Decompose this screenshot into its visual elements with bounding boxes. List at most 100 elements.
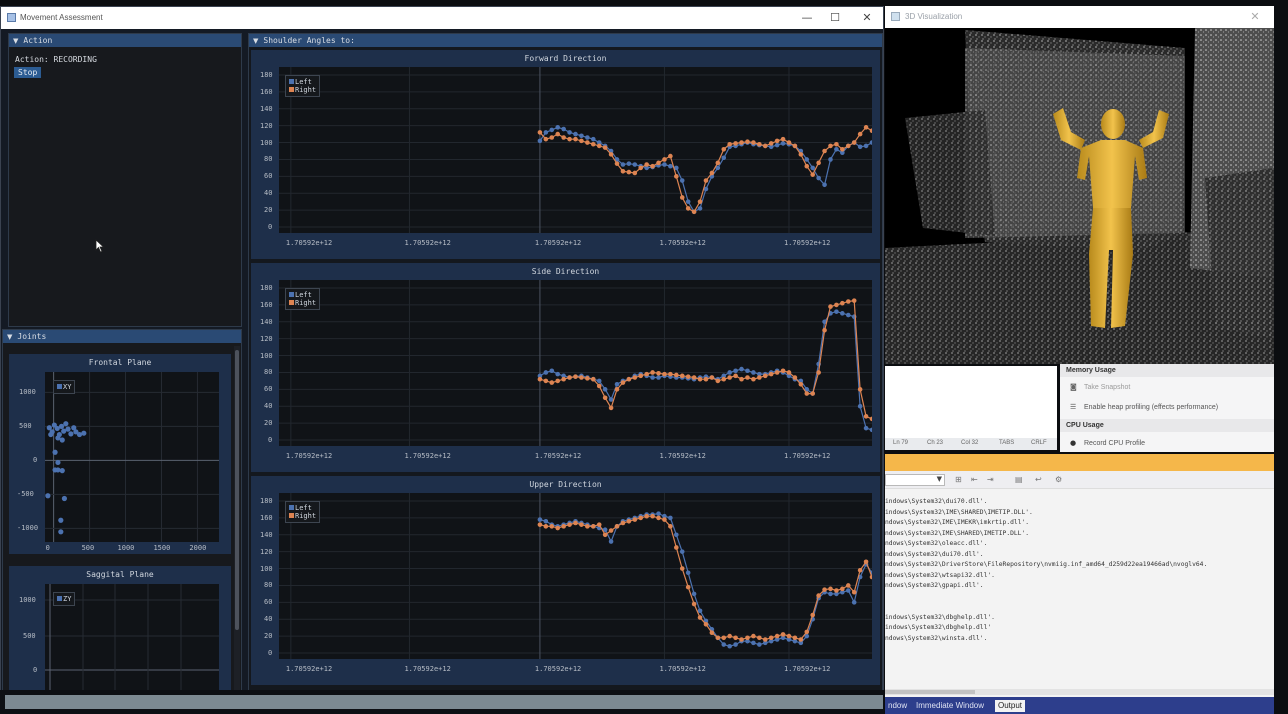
taskbar-indicator: [5, 695, 883, 709]
chart-title: Side Direction: [531, 267, 600, 276]
y-tick-label: 0: [268, 223, 273, 231]
data-point-left: [751, 640, 756, 646]
data-point-right: [828, 143, 833, 149]
data-point-right: [555, 378, 561, 384]
y-tick-label: 20: [264, 419, 273, 428]
chart-legend[interactable]: Left Right: [285, 501, 321, 523]
y-tick-label: 100: [260, 138, 273, 147]
prev-icon[interactable]: ⇤: [971, 475, 978, 484]
take-snapshot-button[interactable]: ◙ Take Snapshot: [1070, 383, 1130, 391]
viz-close-button[interactable]: ✕: [1247, 9, 1263, 25]
data-point-right: [780, 136, 786, 142]
data-point-right: [573, 136, 578, 142]
next-icon[interactable]: ⇥: [987, 475, 994, 484]
x-tick-label: 1.70592e+12: [659, 665, 706, 673]
data-point-left: [620, 162, 626, 167]
action-panel-header[interactable]: ▼ Action: [9, 34, 241, 47]
joints-scrollbar-thumb[interactable]: [235, 350, 239, 630]
chart-legend[interactable]: Left Right: [285, 75, 321, 97]
find-icon[interactable]: ⊞: [955, 475, 962, 484]
collapse-triangle-icon[interactable]: ▼: [13, 35, 18, 48]
chart-upper-direction[interactable]: Upper Direction Left Right 0 20 40 60 80 100 120 1…: [251, 476, 880, 685]
data-point-right: [590, 141, 596, 147]
data-point-right: [715, 160, 721, 166]
data-point-left: [733, 368, 738, 374]
y-tick-label: 500: [23, 632, 36, 640]
data-point-left: [656, 511, 661, 516]
chart-legend[interactable]: Left Right: [285, 288, 321, 310]
data-point-right: [685, 206, 691, 211]
data-point-right: [674, 545, 679, 550]
data-point-left: [828, 591, 833, 597]
data-point-right: [638, 165, 644, 171]
data-point-right: [721, 147, 727, 152]
data-point-left: [543, 130, 549, 135]
chart-plot-area[interactable]: Left Right: [279, 493, 875, 659]
data-point-right: [579, 138, 584, 144]
shoulder-panel-header[interactable]: ▼ Shoulder Angles to:: [249, 34, 882, 47]
data-point-left: [857, 403, 863, 409]
chart-side-direction[interactable]: Side Direction Left Right 0 20 40 60 80 100 120 14…: [251, 263, 880, 472]
sagittal-plane-plot[interactable]: Saggital Plane ZY 1000 500 0: [9, 566, 231, 702]
data-point-left: [697, 206, 703, 211]
data-point-right: [863, 559, 869, 565]
chart-plot-area[interactable]: Left Right: [279, 280, 875, 446]
data-point-right: [751, 140, 756, 145]
action-panel-title: Action: [23, 36, 53, 45]
tab-output[interactable]: Output: [995, 700, 1026, 712]
viz-window-title: 3D Visualization: [905, 12, 963, 21]
y-tick-label: 0: [268, 436, 273, 444]
stop-button[interactable]: Stop: [14, 67, 42, 78]
collapse-triangle-icon[interactable]: ▼: [7, 331, 12, 344]
settings-icon[interactable]: ⚙: [1055, 475, 1062, 484]
record-cpu-button[interactable]: ● Record CPU Profile: [1070, 439, 1145, 447]
x-tick-label: 1.70592e+12: [285, 452, 333, 460]
maximize-button[interactable]: ☐: [827, 10, 843, 26]
minimize-button[interactable]: —: [799, 10, 815, 26]
main-titlebar[interactable]: Movement Assessment — ☐ ✕: [1, 7, 883, 29]
sagittal-legend[interactable]: ZY: [53, 592, 76, 606]
data-point-right: [662, 517, 667, 522]
data-point-right: [804, 163, 810, 169]
clear-icon[interactable]: ▤: [1015, 475, 1023, 484]
x-tick-label: 1.70592e+12: [783, 452, 831, 460]
data-point-right: [567, 375, 572, 380]
data-point-right: [549, 135, 555, 140]
joints-panel-header[interactable]: ▼ Joints: [3, 330, 241, 343]
data-point-left: [590, 136, 596, 142]
y-tick-label: 160: [260, 300, 273, 309]
data-point-right: [674, 372, 679, 378]
legend-label-zy: ZY: [63, 595, 72, 603]
data-point-right: [822, 587, 827, 592]
viz-titlebar[interactable]: 3D Visualization ✕: [885, 6, 1274, 28]
data-point-right: [828, 304, 833, 309]
data-point-right: [757, 141, 762, 147]
sagittal-plot-area[interactable]: ZY: [45, 584, 219, 702]
tab-window[interactable]: ndow: [885, 700, 910, 712]
data-point-right: [638, 373, 644, 379]
output-source-select[interactable]: ▼: [885, 474, 945, 486]
close-button[interactable]: ✕: [859, 10, 875, 26]
chart-plot-area[interactable]: Left Right: [279, 67, 875, 233]
enable-heap-checkbox[interactable]: ☰ Enable heap profiling (effects performa…: [1070, 403, 1218, 411]
data-point-left: [727, 370, 732, 375]
point-cloud-view[interactable]: [885, 28, 1274, 364]
chart-forward-direction[interactable]: Forward Direction Left Right 0 20 40 60 80 100 12…: [251, 50, 880, 259]
data-point-right: [579, 375, 584, 380]
output-hscroll-thumb[interactable]: [885, 690, 975, 694]
data-point-right: [762, 637, 768, 642]
output-hscroll[interactable]: [885, 689, 1274, 695]
status-line: Ln 79: [893, 440, 909, 446]
frontal-plot-area[interactable]: XY: [45, 372, 219, 542]
data-point-right: [685, 584, 691, 590]
wrap-icon[interactable]: ↩: [1035, 475, 1042, 484]
series-line-left: [539, 310, 873, 431]
data-point-right: [644, 162, 649, 167]
collapse-triangle-icon[interactable]: ▼: [253, 35, 258, 48]
frontal-legend[interactable]: XY: [53, 380, 76, 394]
x-tick-label: 500: [81, 544, 95, 552]
take-snapshot-label: Take Snapshot: [1084, 384, 1131, 391]
frontal-plane-plot[interactable]: Frontal Plane XY 1000 500 0 -500 -1000 0 500 10…: [9, 354, 231, 554]
data-point-left: [834, 309, 839, 314]
tab-immediate-window[interactable]: Immediate Window: [913, 700, 987, 712]
